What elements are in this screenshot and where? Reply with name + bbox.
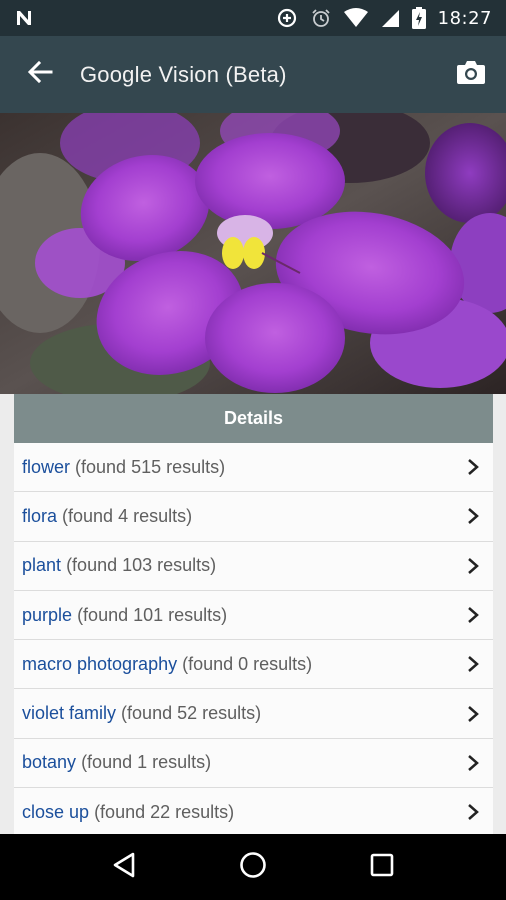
label-link[interactable]: macro photography bbox=[22, 654, 177, 674]
details-panel: Details flower (found 515 results) flora… bbox=[14, 394, 493, 834]
chevron-right-icon bbox=[463, 605, 483, 625]
result-count: (found 4 results) bbox=[62, 505, 193, 526]
recents-square-icon bbox=[369, 852, 395, 883]
hero-image bbox=[0, 113, 506, 394]
alarm-icon bbox=[310, 7, 332, 29]
label-link[interactable]: flower bbox=[22, 457, 70, 477]
result-count: (found 103 results) bbox=[66, 555, 217, 576]
app-bar: Google Vision (Beta) bbox=[0, 36, 506, 113]
nav-back-button[interactable] bbox=[94, 837, 154, 897]
back-triangle-icon bbox=[111, 851, 137, 884]
list-item[interactable]: botany (found 1 results) bbox=[14, 738, 493, 789]
list-item[interactable]: macro photography (found 0 results) bbox=[14, 640, 493, 690]
label-link[interactable]: plant bbox=[22, 555, 61, 575]
chevron-right-icon bbox=[463, 506, 483, 526]
label-link[interactable]: purple bbox=[22, 605, 72, 625]
signal-icon bbox=[380, 8, 400, 28]
list-item[interactable]: violet family (found 52 results) bbox=[14, 689, 493, 739]
label-link[interactable]: violet family bbox=[22, 703, 116, 723]
n-notification-icon bbox=[14, 8, 34, 28]
camera-button[interactable] bbox=[436, 36, 506, 113]
chevron-right-icon bbox=[463, 802, 483, 822]
chevron-right-icon bbox=[463, 457, 483, 477]
result-count: (found 515 results) bbox=[75, 456, 226, 477]
nav-recents-button[interactable] bbox=[352, 837, 412, 897]
label-link[interactable]: flora bbox=[22, 506, 57, 526]
navigation-bar bbox=[0, 834, 506, 900]
list-item[interactable]: flower (found 515 results) bbox=[14, 443, 493, 493]
nav-home-button[interactable] bbox=[223, 837, 283, 897]
battery-icon bbox=[411, 7, 426, 29]
page-title: Google Vision (Beta) bbox=[80, 61, 287, 87]
result-count: (found 1 results) bbox=[81, 752, 212, 773]
chevron-right-icon bbox=[463, 753, 483, 773]
data-saver-icon bbox=[276, 7, 298, 29]
chevron-right-icon bbox=[463, 654, 483, 674]
wifi-icon bbox=[343, 8, 368, 28]
label-link[interactable]: close up bbox=[22, 802, 89, 822]
chevron-right-icon bbox=[463, 556, 483, 576]
home-circle-icon bbox=[238, 850, 268, 885]
chevron-right-icon bbox=[463, 704, 483, 724]
result-count: (found 52 results) bbox=[121, 703, 262, 724]
camera-icon bbox=[456, 59, 486, 90]
list-item[interactable]: plant (found 103 results) bbox=[14, 541, 493, 591]
result-count: (found 101 results) bbox=[77, 604, 228, 625]
list-item[interactable]: flora (found 4 results) bbox=[14, 492, 493, 542]
result-count: (found 0 results) bbox=[182, 653, 313, 674]
label-link[interactable]: botany bbox=[22, 752, 76, 772]
arrow-back-icon bbox=[27, 59, 53, 90]
status-bar: 18:27 bbox=[0, 0, 506, 36]
result-count: (found 22 results) bbox=[94, 801, 235, 822]
list-item[interactable]: close up (found 22 results) bbox=[14, 788, 493, 834]
details-header: Details bbox=[14, 394, 493, 443]
violet-flower-photo bbox=[0, 113, 506, 394]
list-item[interactable]: purple (found 101 results) bbox=[14, 590, 493, 641]
back-button[interactable] bbox=[0, 36, 80, 113]
status-time: 18:27 bbox=[437, 7, 492, 29]
